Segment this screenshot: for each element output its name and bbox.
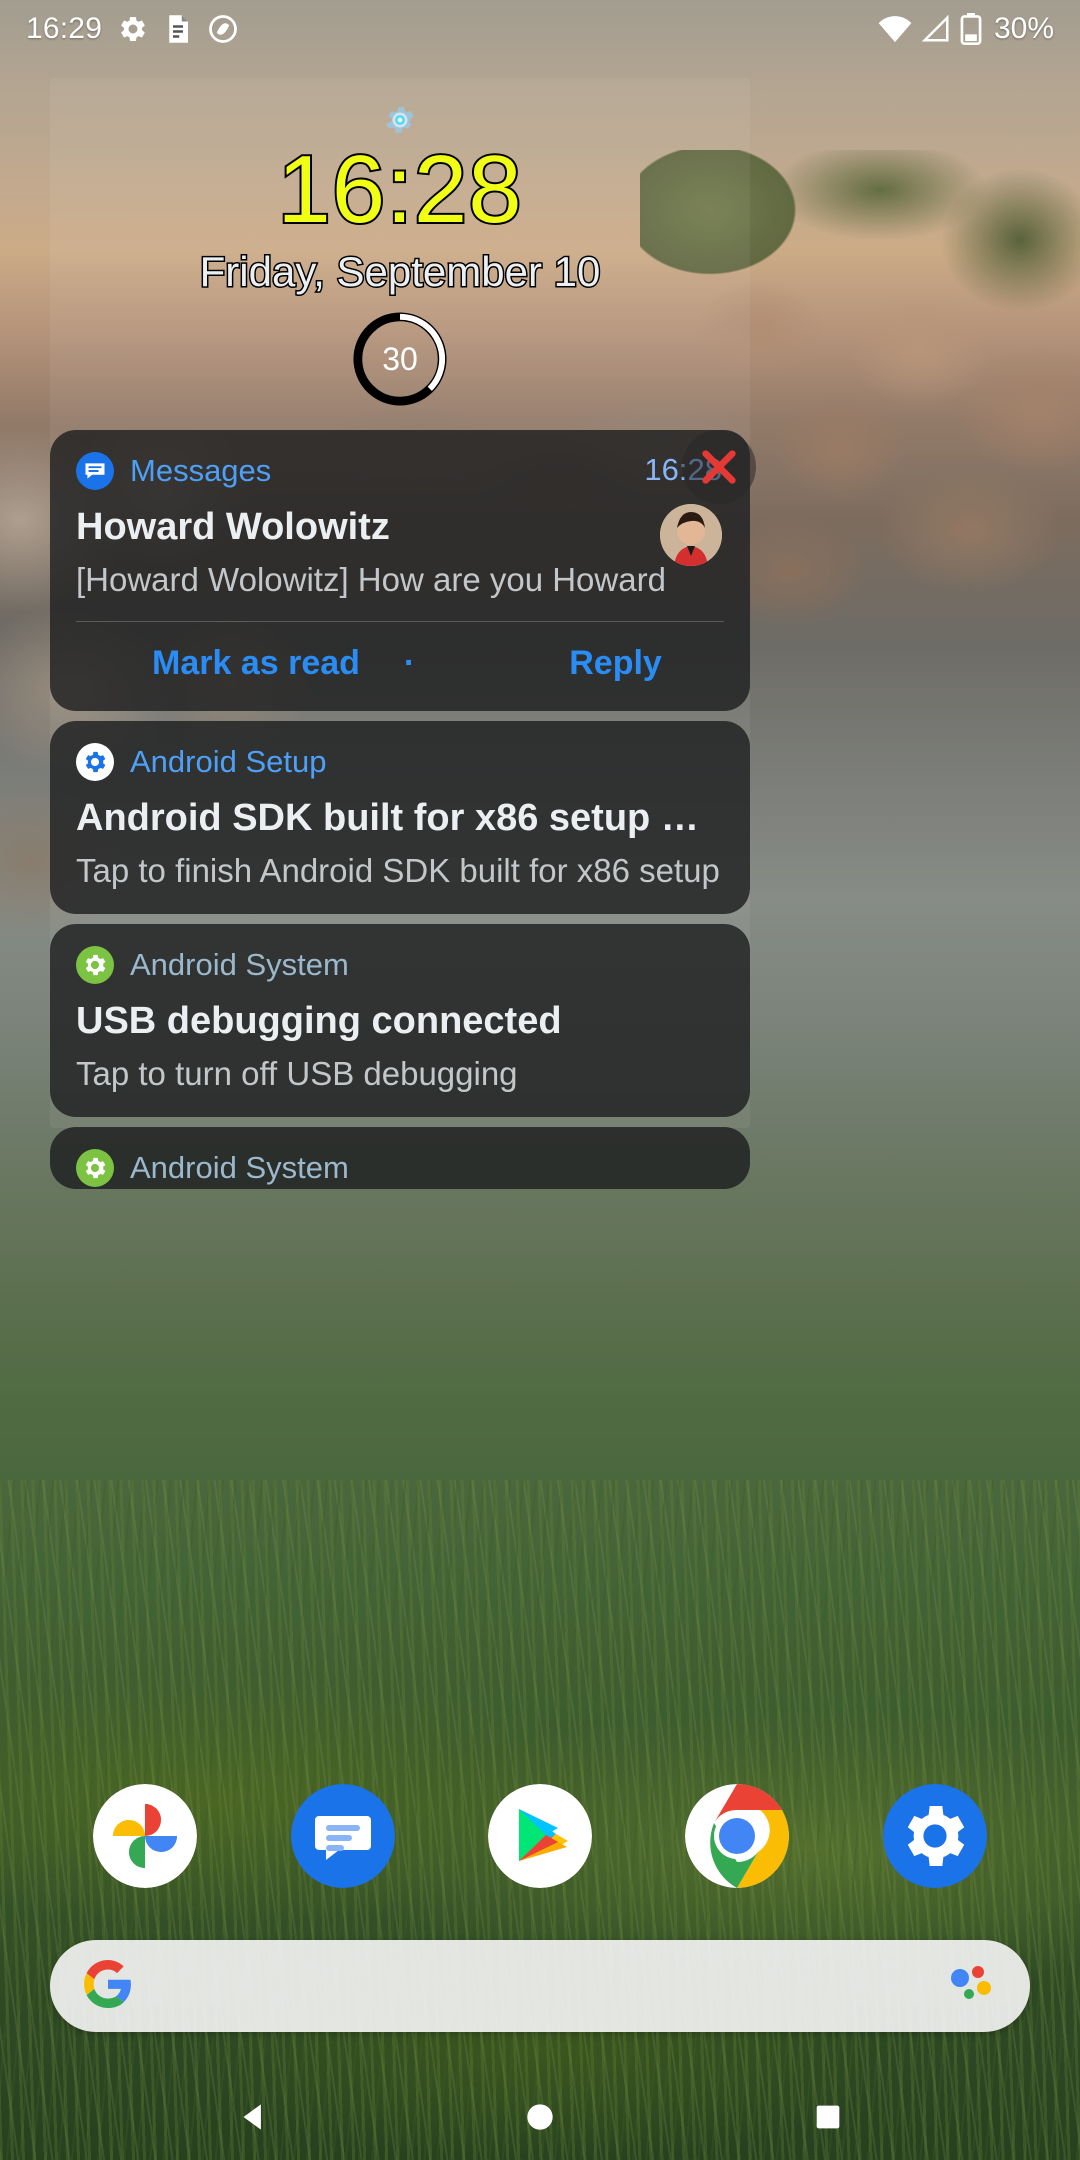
android-system-gear-icon bbox=[76, 946, 114, 984]
close-x-icon bbox=[702, 450, 736, 484]
avatar bbox=[660, 504, 722, 566]
notification-actions: Mark as read · Reply bbox=[76, 622, 724, 687]
notification-app-name: Android System bbox=[130, 1150, 349, 1185]
reply-button[interactable]: Reply bbox=[551, 644, 680, 683]
messages-icon bbox=[76, 452, 114, 490]
notification-android-system[interactable]: Android System USB debugging connected T… bbox=[50, 924, 750, 1117]
setup-gear-icon bbox=[76, 743, 114, 781]
battery-icon bbox=[960, 13, 982, 45]
cellular-signal-icon bbox=[921, 14, 951, 44]
notification-app-name: Android System bbox=[130, 947, 349, 982]
notification-app-name: Android Setup bbox=[130, 744, 327, 779]
notification-android-setup[interactable]: Android Setup Android SDK built for x86 … bbox=[50, 721, 750, 914]
lock-notification-panel: 16:28 Friday, September 10 30 Messages H… bbox=[50, 78, 756, 1199]
notification-body: Tap to finish Android SDK built for x86 … bbox=[76, 852, 720, 889]
notification-messages[interactable]: Messages 16:28 Howard Wolowitz [Howard W… bbox=[50, 430, 750, 711]
status-bar-left: 16:29 bbox=[26, 12, 238, 46]
action-separator: · bbox=[403, 644, 416, 682]
notification-header: Messages bbox=[76, 452, 724, 490]
notification-body: [Howard Wolowitz] How are you Howard bbox=[76, 561, 666, 598]
dismiss-notification-button[interactable] bbox=[682, 430, 756, 504]
android-system-gear-icon bbox=[76, 1149, 114, 1187]
google-search-bar[interactable] bbox=[50, 1940, 1030, 2032]
battery-ring-widget[interactable]: 30 bbox=[351, 310, 449, 408]
notification-app-name: Messages bbox=[130, 453, 272, 488]
notification-list: Messages 16:28 Howard Wolowitz [Howard W… bbox=[50, 430, 750, 1189]
android-home-screen: 16:29 30% 16:28 Friday, September 10 30 … bbox=[0, 0, 1080, 2160]
mark-as-read-button[interactable]: Mark as read bbox=[134, 644, 378, 683]
settings-gear-icon[interactable] bbox=[50, 102, 750, 138]
dock-item-chrome[interactable] bbox=[685, 1784, 790, 1888]
recents-square-icon[interactable] bbox=[793, 2082, 863, 2152]
home-circle-icon[interactable] bbox=[505, 2082, 575, 2152]
lock-screen-date: Friday, September 10 bbox=[198, 247, 602, 297]
status-bar-right: 30% bbox=[878, 12, 1054, 46]
notification-title: USB debugging connected bbox=[76, 1000, 562, 1042]
notification-title: Android SDK built for x86 setup in prog… bbox=[76, 797, 706, 839]
notification-header: Android System bbox=[76, 946, 724, 984]
navigation-bar bbox=[0, 2074, 1080, 2160]
gear-icon bbox=[118, 14, 148, 44]
dock-item-play-store[interactable] bbox=[487, 1784, 592, 1888]
notification-header: Android Setup bbox=[76, 743, 724, 781]
lock-screen-time: 16:28 bbox=[275, 136, 523, 243]
back-triangle-icon[interactable] bbox=[218, 2082, 288, 2152]
status-bar-clock: 16:29 bbox=[26, 12, 103, 45]
notification-android-system-clipped[interactable]: Android System bbox=[50, 1127, 750, 1189]
dock-item-photos[interactable] bbox=[93, 1784, 198, 1888]
notification-title: Howard Wolowitz bbox=[76, 506, 390, 548]
notification-header: Android System bbox=[76, 1149, 724, 1187]
google-assistant-icon[interactable] bbox=[944, 1958, 996, 2015]
notification-body: Tap to turn off USB debugging bbox=[76, 1055, 518, 1092]
document-icon bbox=[164, 14, 192, 44]
lock-clock-block: 16:28 Friday, September 10 30 bbox=[50, 78, 750, 408]
battery-percent-label: 30% bbox=[993, 12, 1054, 45]
do-not-disturb-icon bbox=[208, 14, 238, 44]
status-bar[interactable]: 16:29 30% bbox=[0, 0, 1080, 58]
app-dock bbox=[0, 1784, 1080, 1888]
wifi-icon bbox=[878, 14, 912, 44]
battery-ring-value: 30 bbox=[382, 340, 418, 377]
dock-item-settings[interactable] bbox=[882, 1784, 987, 1888]
dock-item-messages[interactable] bbox=[290, 1784, 395, 1888]
google-g-icon bbox=[84, 1959, 132, 2013]
